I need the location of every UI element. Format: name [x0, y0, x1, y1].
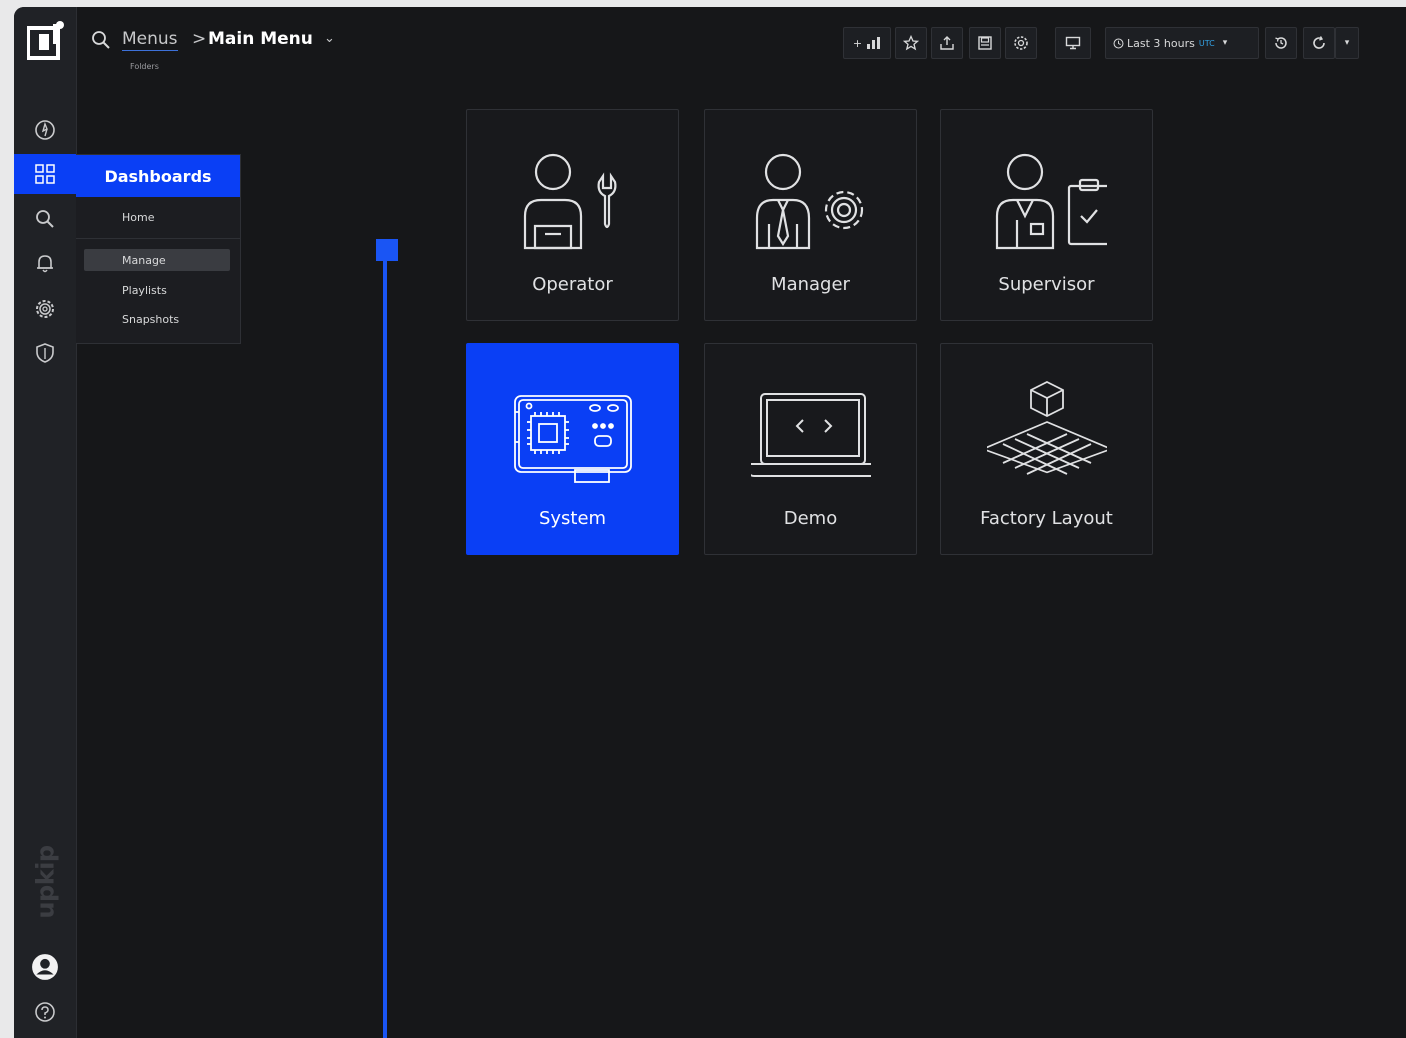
flyout-item-manage[interactable]: Manage [84, 249, 230, 271]
sidebar-item-settings[interactable] [14, 289, 76, 329]
app-window: upkip Dashboards Home Manage Playlists S… [14, 7, 1406, 1038]
dashboards-flyout-menu: Dashboards Home Manage Playlists Snapsho… [76, 154, 241, 344]
system-board-icon [514, 395, 632, 483]
brand-text: upkip [32, 845, 61, 919]
timezone-label: UTC [1198, 38, 1215, 48]
refresh-interval-dropdown[interactable]: ▾ [1335, 27, 1359, 59]
chevron-down-icon: ▾ [1222, 38, 1228, 48]
drag-handle[interactable] [376, 239, 398, 261]
chevron-down-icon: ▾ [1344, 38, 1350, 48]
star-icon [903, 35, 919, 51]
flyout-divider [76, 238, 240, 239]
app-logo[interactable] [26, 20, 65, 60]
breadcrumb-caret[interactable]: ⌄ [324, 28, 335, 50]
save-button[interactable] [969, 27, 1001, 59]
sidebar-item-profile[interactable] [14, 947, 76, 987]
help-icon [35, 1002, 55, 1022]
dashboards-grid-icon [35, 164, 55, 184]
time-history-button[interactable] [1265, 27, 1297, 59]
factory-layout-icon [987, 380, 1107, 475]
search-icon [36, 210, 54, 228]
tile-label: System [538, 508, 607, 529]
add-panel-button[interactable]: + [843, 27, 891, 59]
share-button[interactable] [931, 27, 963, 59]
manager-icon [755, 153, 864, 250]
operator-icon [523, 153, 617, 250]
shield-icon [36, 343, 54, 363]
time-range-picker[interactable]: Last 3 hours UTC ▾ [1105, 27, 1259, 59]
supervisor-icon [995, 153, 1107, 250]
gear-icon [36, 300, 54, 318]
brand-wordmark: upkip [26, 837, 66, 927]
compass-icon [35, 120, 55, 140]
refresh-button[interactable] [1303, 27, 1335, 59]
save-icon [978, 36, 992, 50]
clock-icon [1113, 38, 1124, 48]
time-range-label: Last 3 hours [1127, 36, 1195, 50]
tile-operator[interactable]: Operator [466, 109, 679, 321]
flyout-item-home[interactable]: Home [84, 206, 230, 228]
laptop-code-icon [751, 393, 871, 477]
monitor-icon [1065, 36, 1081, 50]
tile-label: Demo [783, 508, 838, 529]
tile-label: Factory Layout [980, 508, 1113, 529]
sidebar-item-explore[interactable] [14, 110, 76, 150]
tile-label: Operator [532, 274, 613, 295]
user-avatar-icon [32, 954, 58, 980]
sidebar: upkip [14, 7, 77, 1038]
tile-factory-layout[interactable]: Factory Layout [940, 343, 1153, 555]
star-button[interactable] [895, 27, 927, 59]
gear-icon [1014, 36, 1028, 50]
tile-system[interactable]: System [466, 343, 679, 555]
bar-chart-icon [867, 37, 881, 49]
refresh-icon [1313, 36, 1325, 49]
sidebar-item-search[interactable] [14, 199, 76, 239]
tile-manager[interactable]: Manager [704, 109, 917, 321]
settings-button[interactable] [1005, 27, 1037, 59]
flyout-item-playlists[interactable]: Playlists [84, 279, 230, 301]
sidebar-item-alerts[interactable] [14, 243, 76, 283]
tile-supervisor[interactable]: Supervisor [940, 109, 1153, 321]
flyout-item-snapshots[interactable]: Snapshots [84, 308, 230, 330]
tv-mode-button[interactable] [1055, 27, 1091, 59]
breadcrumb-separator: > [192, 29, 207, 49]
search-icon[interactable] [90, 29, 112, 51]
breadcrumb-root[interactable]: Menus [122, 28, 178, 51]
breadcrumb-current[interactable]: Main Menu [208, 28, 313, 50]
tile-label: Supervisor [998, 274, 1095, 295]
sidebar-item-admin[interactable] [14, 333, 76, 373]
add-panel-plus: + [852, 36, 863, 50]
history-icon [1275, 37, 1287, 49]
flyout-title[interactable]: Dashboards [76, 155, 240, 197]
sidebar-item-dashboards[interactable] [14, 154, 76, 194]
breadcrumb-subtitle: Folders [130, 62, 159, 71]
logo-icon [26, 21, 64, 60]
share-icon [940, 36, 954, 50]
bell-icon [37, 255, 53, 273]
vertical-guide-line [383, 241, 387, 1038]
tile-demo[interactable]: Demo [704, 343, 917, 555]
tile-label: Manager [771, 274, 850, 295]
sidebar-item-help[interactable] [14, 992, 76, 1032]
